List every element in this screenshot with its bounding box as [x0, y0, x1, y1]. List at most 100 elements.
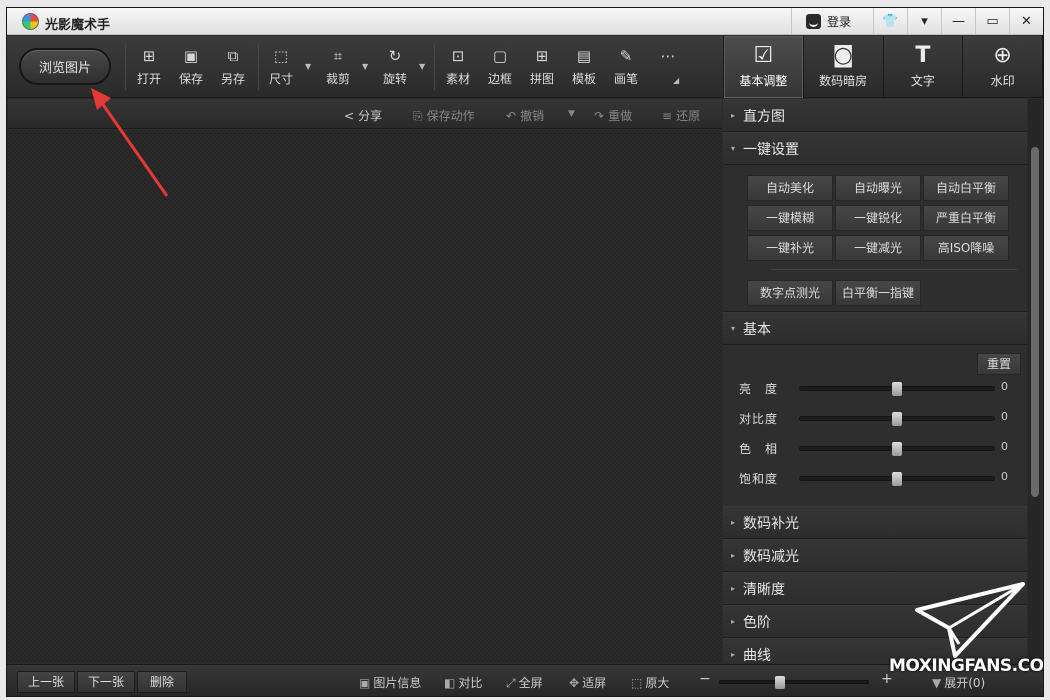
more-tools-button[interactable]: ⋯	[648, 46, 688, 66]
caret-right-icon: ▸	[731, 551, 736, 560]
one-click-fill-light-button[interactable]: 一键补光	[747, 235, 833, 261]
share-button[interactable]: < 分享	[344, 107, 382, 124]
one-click-blur-button[interactable]: 一键模糊	[747, 205, 833, 231]
strong-white-balance-button[interactable]: 严重白平衡	[923, 205, 1009, 231]
tab-basic-adjust[interactable]: ☑ 基本调整	[724, 36, 804, 98]
slider-knob[interactable]	[892, 412, 902, 426]
caret-down-icon: ▾	[731, 144, 736, 153]
spot-metering-button[interactable]: 数字点测光	[747, 280, 833, 306]
auto-exposure-button[interactable]: 自动曝光	[835, 175, 921, 201]
maximize-icon: ▭	[986, 14, 999, 29]
panel-scrollbar[interactable]	[1028, 99, 1042, 663]
redo-button[interactable]: ↷ 重做	[594, 107, 632, 124]
save-as-button[interactable]: ⧉ 另存	[213, 46, 253, 87]
tab-text[interactable]: T 文字	[884, 36, 964, 98]
rotate-dropdown-icon[interactable]: ▼	[419, 62, 425, 71]
brightness-slider-row: 亮 度0	[739, 380, 1008, 396]
section-one-click[interactable]: ▾ 一键设置	[723, 132, 1027, 165]
reset-button[interactable]: 重置	[977, 353, 1021, 375]
rotate-button[interactable]: ↻ 旋转	[375, 46, 415, 87]
minimize-button[interactable]: —	[941, 8, 975, 35]
slider-knob[interactable]	[892, 442, 902, 456]
arrow-shaft	[95, 95, 169, 197]
minimize-icon: —	[952, 14, 965, 29]
original-size-button[interactable]: ⬚ 原大	[631, 674, 669, 691]
sticker-button[interactable]: ⊡ 素材	[438, 46, 478, 87]
more-icon: ⋯	[660, 47, 676, 65]
brightness-slider[interactable]	[799, 382, 995, 396]
next-image-button[interactable]: 下一张	[77, 671, 136, 693]
scrollbar-thumb[interactable]	[1031, 147, 1039, 497]
auto-white-balance-button[interactable]: 自动白平衡	[923, 175, 1009, 201]
toolbar-divider	[258, 44, 259, 90]
compare-button[interactable]: ◧ 对比	[444, 674, 482, 691]
image-open-icon: ⊞	[142, 47, 156, 65]
fit-screen-button[interactable]: ✥ 适屏	[569, 674, 606, 691]
watermark-icon: ⊕	[993, 43, 1012, 68]
undo-button[interactable]: ↶ 撤销	[506, 107, 544, 124]
section-basic[interactable]: ▾ 基本	[723, 312, 1027, 345]
delete-button[interactable]: 删除	[137, 671, 188, 693]
paper-plane-logo	[915, 582, 1025, 658]
section-reduce-light[interactable]: ▸ 数码减光	[723, 539, 1027, 572]
bottom-bar: 上一张 下一张 删除 ▣ 图片信息 ◧ 对比 ⤢ 全屏 ✥ 适屏 ⬚ 原大 − + ▼ 展开…	[7, 664, 1043, 696]
tab-darkroom[interactable]: ◙ 数码暗房	[804, 36, 884, 98]
caret-right-icon: ▸	[731, 584, 736, 593]
redo-icon: ↷	[594, 109, 605, 123]
border-button[interactable]: ▢ 边框	[480, 46, 520, 87]
save-action-button[interactable]: ⎘ 保存动作	[413, 107, 475, 124]
brush-button[interactable]: ✎ 画笔	[606, 46, 646, 87]
auto-beautify-button[interactable]: 自动美化	[747, 175, 833, 201]
save-as-icon: ⧉	[227, 47, 239, 65]
border-icon: ▢	[492, 47, 508, 65]
original-size-icon: ⬚	[631, 676, 643, 690]
section-fill-light[interactable]: ▸ 数码补光	[723, 506, 1027, 539]
restore-button[interactable]: ≡ 还原	[662, 107, 700, 124]
high-iso-denoise-button[interactable]: 高ISO降噪	[923, 235, 1009, 261]
shirt-icon: 👕	[882, 14, 899, 29]
fullscreen-icon: ⤢	[506, 676, 516, 690]
browse-images-button[interactable]: 浏览图片	[19, 48, 111, 85]
right-tabs: ☑ 基本调整 ◙ 数码暗房 T 文字 ⊕ 水印	[723, 36, 1043, 98]
caret-right-icon: ▸	[731, 518, 736, 527]
more-expand-icon[interactable]: ◢	[673, 76, 679, 85]
crop-button[interactable]: ⌗ 裁剪	[318, 46, 358, 87]
image-info-button[interactable]: ▣ 图片信息	[359, 674, 421, 691]
template-button[interactable]: ▤ 模板	[564, 46, 604, 87]
prev-image-button[interactable]: 上一张	[17, 671, 76, 693]
restore-icon: ≡	[662, 109, 673, 123]
skin-button[interactable]: 👕	[873, 8, 907, 35]
slider-knob[interactable]	[892, 382, 902, 396]
saturation-slider[interactable]	[799, 472, 995, 486]
contrast-slider[interactable]	[799, 412, 995, 426]
login-button[interactable]: 登录	[790, 8, 873, 35]
resize-button[interactable]: ⬚ 尺寸	[261, 46, 301, 87]
zoom-slider[interactable]	[719, 676, 869, 689]
undo-dropdown-icon[interactable]: ▼	[568, 109, 575, 119]
title-bar-controls: 登录 👕 ▾ — ▭ ✕	[790, 8, 1043, 35]
crop-dropdown-icon[interactable]: ▼	[362, 62, 368, 71]
save-button[interactable]: ▣ 保存	[171, 46, 211, 87]
rotate-icon: ↻	[388, 47, 402, 65]
tab-watermark[interactable]: ⊕ 水印	[963, 36, 1043, 98]
one-click-reduce-light-button[interactable]: 一键减光	[835, 235, 921, 261]
zoom-slider-knob[interactable]	[775, 676, 786, 689]
divider	[771, 269, 1017, 270]
expand-button[interactable]: ▼ 展开(0)	[932, 674, 985, 691]
one-click-sharpen-button[interactable]: 一键锐化	[835, 205, 921, 231]
resize-dropdown-icon[interactable]: ▼	[305, 62, 311, 71]
menu-button[interactable]: ▾	[907, 8, 941, 35]
close-button[interactable]: ✕	[1009, 8, 1043, 35]
image-canvas[interactable]	[8, 130, 722, 663]
open-button[interactable]: ⊞ 打开	[129, 46, 169, 87]
hue-slider[interactable]	[799, 442, 995, 456]
collage-button[interactable]: ⊞ 拼图	[522, 46, 562, 87]
one-click-grid: 自动美化 自动曝光 自动白平衡 一键模糊 一键锐化 严重白平衡 一键补光 一键减光 高ISO…	[723, 165, 1027, 312]
section-histogram[interactable]: ▸ 直方图	[723, 99, 1027, 132]
fullscreen-button[interactable]: ⤢ 全屏	[506, 674, 543, 691]
white-balance-picker-button[interactable]: 白平衡一指键	[835, 280, 921, 306]
slider-knob[interactable]	[892, 472, 902, 486]
basic-sliders: 重置 亮 度0 对比度 0 色 相0 饱和度 0	[723, 345, 1027, 506]
zoom-out-button[interactable]: −	[699, 671, 711, 687]
maximize-button[interactable]: ▭	[975, 8, 1009, 35]
